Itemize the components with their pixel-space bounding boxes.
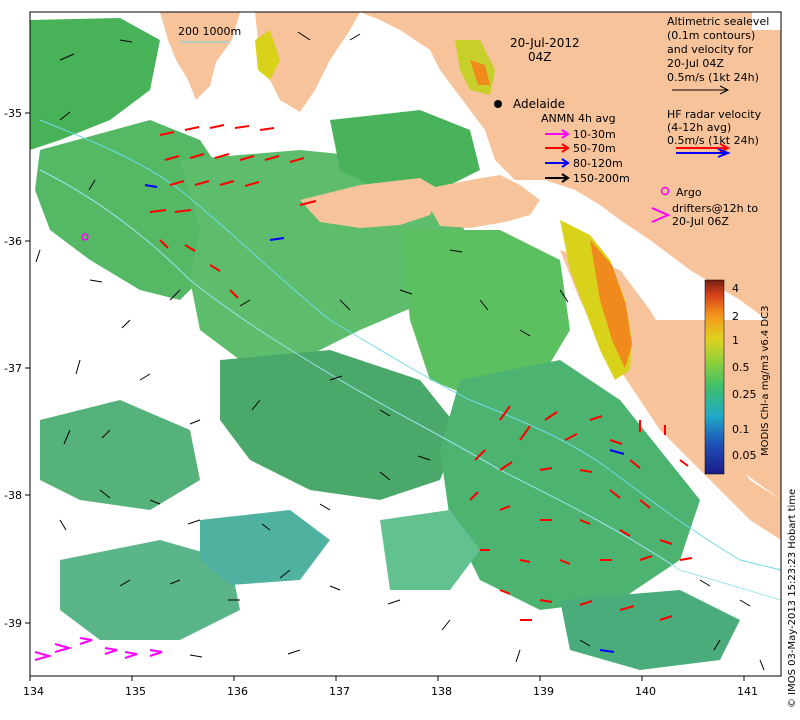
- x-tick-label: 138: [431, 685, 452, 698]
- anmn-title: ANMN 4h avg: [541, 112, 616, 125]
- x-tick-label: 134: [23, 685, 44, 698]
- scale-label: 200 1000m: [178, 25, 241, 38]
- x-tick-label: 140: [635, 685, 656, 698]
- altimetry-legend-line: 0.5m/s (1kt 24h): [667, 71, 759, 84]
- adelaide-marker: [494, 100, 502, 108]
- x-tick-label: 135: [125, 685, 146, 698]
- altimetry-legend-line: 20-Jul 04Z: [667, 57, 724, 70]
- colorbar-tick: 0.05: [732, 449, 757, 462]
- anmn-label: 80-120m: [573, 157, 623, 170]
- credit-text: © IMOS 03-May-2013 15:23:23 Hobart time: [787, 489, 798, 708]
- altimetry-legend-line: Altimetric sealevel: [667, 15, 769, 28]
- altimetry-legend-line: (0.1m contours): [667, 29, 755, 42]
- hf-legend-line: 0.5m/s (1kt 24h): [667, 134, 759, 147]
- city-label: Adelaide: [513, 97, 565, 111]
- drifter-legend-line: drifters@12h to: [672, 202, 758, 215]
- hf-legend-line: (4-12h avg): [667, 121, 731, 134]
- y-tick-label: -37: [4, 362, 22, 375]
- time-label: 04Z: [528, 50, 552, 64]
- altimetry-legend-line: and velocity for: [667, 43, 753, 56]
- colorbar-tick: 0.1: [732, 423, 750, 436]
- date-label: 20-Jul-2012: [510, 36, 580, 50]
- ocean-map: Adelaide 20-Jul-2012 04Z 200 1000m Altim…: [0, 0, 800, 720]
- drifter-legend-line: 20-Jul 06Z: [672, 215, 729, 228]
- y-tick-label: -38: [4, 489, 22, 502]
- anmn-label: 50-70m: [573, 142, 616, 155]
- y-tick-label: -35: [4, 107, 22, 120]
- colorbar-title: MODIS Chl-a mg/m3 v6.4 DC3: [760, 306, 771, 456]
- colorbar-tick: 2: [732, 310, 739, 323]
- map-canvas: Adelaide 20-Jul-2012 04Z 200 1000m Altim…: [4, 11, 798, 708]
- x-tick-label: 136: [227, 685, 248, 698]
- y-tick-label: -36: [4, 235, 22, 248]
- anmn-label: 150-200m: [573, 172, 630, 185]
- argo-legend-label: Argo: [676, 186, 702, 199]
- y-tick-label: -39: [4, 617, 22, 630]
- anmn-label: 10-30m: [573, 128, 616, 141]
- colorbar-gradient: [704, 279, 725, 475]
- x-tick-label: 139: [533, 685, 554, 698]
- x-tick-label: 141: [737, 685, 758, 698]
- colorbar-tick: 1: [732, 334, 739, 347]
- colorbar-tick: 0.5: [732, 361, 750, 374]
- colorbar-tick: 4: [732, 282, 739, 295]
- x-axis: 134 135 136 137 138 139 140 141: [23, 676, 758, 698]
- colorbar-tick: 0.25: [732, 388, 757, 401]
- x-tick-label: 137: [329, 685, 350, 698]
- hf-legend-line: HF radar velocity: [667, 108, 762, 121]
- y-axis: -35 -36 -37 -38 -39: [4, 107, 30, 630]
